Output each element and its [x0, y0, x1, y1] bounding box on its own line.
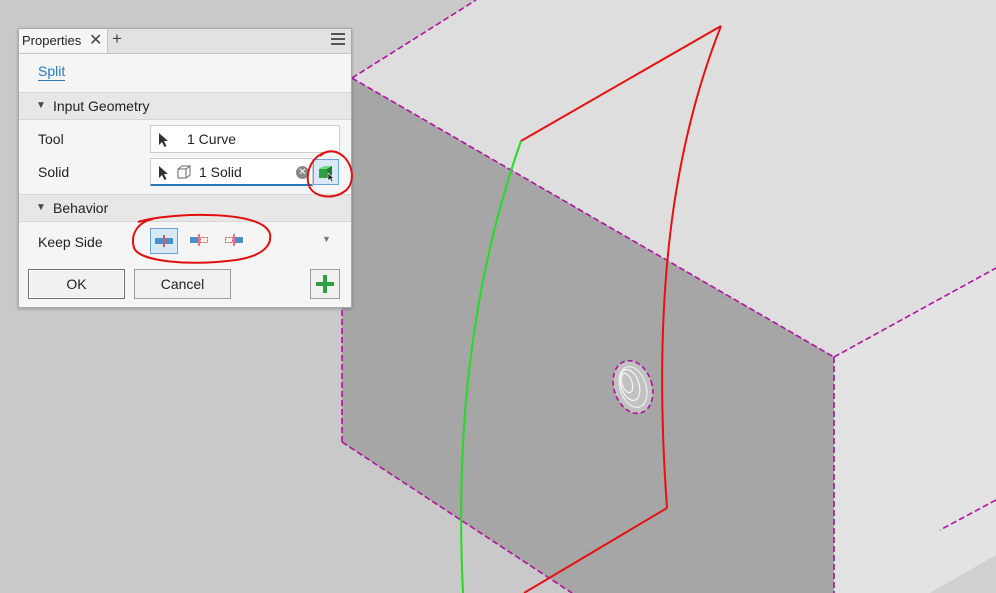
split-feature-link[interactable]: Split: [38, 63, 66, 81]
properties-panel: Properties ✕ + Split ▼ Input Geometry To…: [18, 28, 352, 308]
select-cursor-icon: [159, 133, 168, 147]
collapse-triangle-icon: ▼: [36, 100, 46, 111]
tool-label: Tool: [38, 131, 64, 147]
solid-body-icon: [177, 165, 191, 179]
hamburger-icon[interactable]: [331, 33, 345, 47]
select-cursor-icon: [159, 166, 168, 180]
collapse-triangle-icon: ▼: [36, 202, 46, 213]
close-icon[interactable]: ✕: [89, 30, 102, 50]
solid-label: Solid: [38, 164, 70, 180]
add-tab-icon[interactable]: +: [112, 29, 122, 49]
panel-tab-bar: Properties ✕ +: [19, 29, 351, 54]
plus-icon: [316, 275, 334, 293]
keep-both-sides-icon: [155, 235, 173, 247]
solid-selection-icon: [319, 166, 335, 183]
behavior-title: Behavior: [53, 200, 109, 216]
ok-button[interactable]: OK: [28, 269, 125, 299]
keep-side-a-button[interactable]: [186, 228, 214, 254]
behavior-header[interactable]: ▼ Behavior: [19, 194, 351, 222]
solid-value: 1 Solid: [199, 164, 242, 180]
input-geometry-title: Input Geometry: [53, 98, 150, 114]
keep-side-b-button[interactable]: [221, 228, 249, 254]
keep-side-label: Keep Side: [38, 234, 103, 250]
keep-side-b-icon: [225, 234, 243, 246]
properties-tab[interactable]: Properties ✕: [19, 29, 108, 53]
apply-button[interactable]: [310, 269, 340, 299]
clear-selection-icon[interactable]: ✕: [296, 166, 309, 179]
tool-value: 1 Curve: [187, 131, 237, 147]
chevron-down-icon[interactable]: ▼: [322, 234, 331, 244]
solid-selector[interactable]: 1 Solid ✕: [150, 158, 313, 186]
tool-selector[interactable]: 1 Curve: [150, 125, 340, 153]
properties-tab-label: Properties: [22, 33, 82, 48]
keep-side-a-icon: [190, 234, 208, 246]
cancel-button[interactable]: Cancel: [134, 269, 231, 299]
input-geometry-header[interactable]: ▼ Input Geometry: [19, 92, 351, 120]
keep-both-sides-button[interactable]: [150, 228, 178, 254]
select-solid-button[interactable]: [313, 159, 339, 185]
